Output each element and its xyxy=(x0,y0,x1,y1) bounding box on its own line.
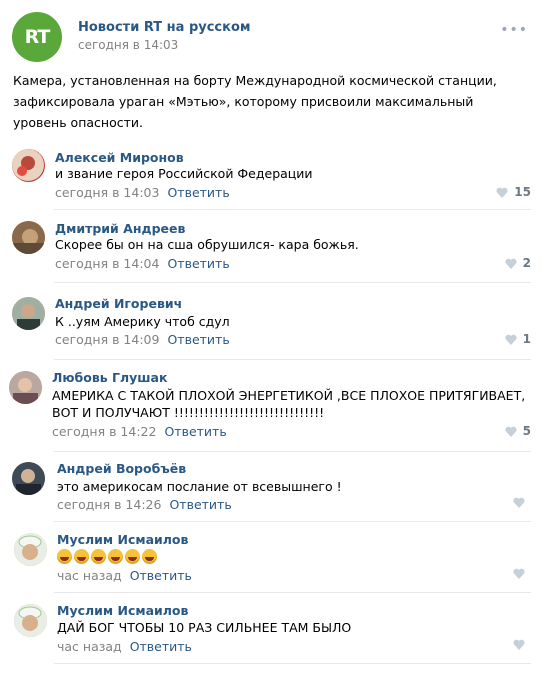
comment-meta: час назад Ответить xyxy=(57,639,192,654)
reply-button[interactable]: Ответить xyxy=(167,185,229,200)
comment-author-link[interactable]: Муслим Исмаилов xyxy=(57,603,188,618)
commenter-avatar[interactable] xyxy=(9,371,42,404)
comment-meta: сегодня в 14:04 Ответить xyxy=(55,256,230,271)
comment-text: ДАЙ БОГ ЧТОБЫ 10 РАЗ СИЛЬНЕЕ ТАМ БЫЛО xyxy=(57,620,352,635)
comment-time[interactable]: сегодня в 14:22 xyxy=(52,424,156,439)
like-count: 2 xyxy=(522,256,531,270)
heart-icon xyxy=(496,187,508,198)
comment-divider xyxy=(54,282,531,283)
reply-button[interactable]: Ответить xyxy=(167,332,229,347)
comment-meta: сегодня в 14:26 Ответить xyxy=(57,497,232,512)
comment-divider xyxy=(54,359,531,360)
commenter-avatar[interactable] xyxy=(12,297,45,330)
like-button[interactable]: 5 xyxy=(505,424,531,438)
like-button[interactable] xyxy=(513,568,531,579)
comment-text-line2: ВОТ И ПОЛУЧАЮТ !!!!!!!!!!!!!!!!!!!!!!!!!… xyxy=(52,405,325,420)
heart-icon xyxy=(513,568,525,579)
rt-logo-avatar[interactable]: RT xyxy=(12,12,62,62)
like-count: 15 xyxy=(514,185,531,199)
laughing-emoji-icon xyxy=(91,549,106,564)
comment-author-link[interactable]: Андрей Игоревич xyxy=(55,296,182,311)
comment-author-link[interactable]: Дмитрий Андреев xyxy=(55,221,185,236)
comment-text: и звание героя Российской Федерации xyxy=(55,166,313,181)
comment-divider xyxy=(54,521,531,522)
comment-divider xyxy=(54,451,531,452)
like-button[interactable]: 15 xyxy=(496,185,531,199)
comment-author-link[interactable]: Любовь Глушак xyxy=(52,370,167,385)
comment-meta: сегодня в 14:03 Ответить xyxy=(55,185,230,200)
comment-divider xyxy=(54,209,531,210)
like-count: 5 xyxy=(522,424,531,438)
commenter-avatar[interactable] xyxy=(14,604,47,637)
comment-author-link[interactable]: Муслим Исмаилов xyxy=(57,532,188,547)
commenter-avatar[interactable] xyxy=(12,221,45,254)
commenter-avatar[interactable] xyxy=(12,462,45,495)
post-text: Камера, установленная на борту Междунаро… xyxy=(13,73,497,130)
comment-meta: час назад Ответить xyxy=(57,568,192,583)
heart-icon xyxy=(513,639,525,650)
reply-button[interactable]: Ответить xyxy=(169,497,231,512)
comment-time[interactable]: сегодня в 14:09 xyxy=(55,332,159,347)
post-header: RT Новости RT на русском сегодня в 14:03… xyxy=(12,12,532,62)
comment-meta: сегодня в 14:09 Ответить xyxy=(55,332,230,347)
commenter-avatar[interactable] xyxy=(12,149,45,182)
comment-time[interactable]: сегодня в 14:04 xyxy=(55,256,159,271)
reply-button[interactable]: Ответить xyxy=(167,256,229,271)
like-count: 1 xyxy=(522,332,531,346)
commenter-avatar[interactable] xyxy=(14,533,47,566)
like-button[interactable]: 1 xyxy=(505,332,531,346)
comment-text-line1: АМЕРИКА С ТАКОЙ ПЛОХОЙ ЭНЕРГЕТИКОЙ ,ВСЕ … xyxy=(52,388,526,403)
like-button[interactable] xyxy=(513,497,531,508)
reply-button[interactable]: Ответить xyxy=(130,639,192,654)
comment-time[interactable]: сегодня в 14:03 xyxy=(55,185,159,200)
more-options-icon[interactable]: ••• xyxy=(500,22,528,38)
comment-time[interactable]: час назад xyxy=(57,639,122,654)
comment-time[interactable]: час назад xyxy=(57,568,122,583)
comment-meta: сегодня в 14:22 Ответить xyxy=(52,424,227,439)
post-author-link[interactable]: Новости RT на русском xyxy=(78,20,251,35)
laughing-emoji-icon xyxy=(74,549,89,564)
reply-button[interactable]: Ответить xyxy=(164,424,226,439)
emoji-row xyxy=(57,547,159,564)
heart-icon xyxy=(505,334,517,345)
heart-icon xyxy=(513,497,525,508)
comment-text: К ..уям Америку чтоб сдул xyxy=(55,314,230,329)
comment-divider xyxy=(54,663,531,664)
laughing-emoji-icon xyxy=(125,549,140,564)
reply-button[interactable]: Ответить xyxy=(130,568,192,583)
comment-divider xyxy=(54,592,531,593)
comment-text: Скорее бы он на сша обрушился- кара божь… xyxy=(55,237,359,252)
laughing-emoji-icon xyxy=(108,549,123,564)
comment-text: это америкосам послание от всевышнего ! xyxy=(57,479,342,494)
post-date[interactable]: сегодня в 14:03 xyxy=(78,38,178,52)
heart-icon xyxy=(505,258,517,269)
like-button[interactable]: 2 xyxy=(505,256,531,270)
heart-icon xyxy=(505,426,517,437)
laughing-emoji-icon xyxy=(142,549,157,564)
comment-time[interactable]: сегодня в 14:26 xyxy=(57,497,161,512)
comment-author-link[interactable]: Алексей Миронов xyxy=(55,150,184,165)
comment-author-link[interactable]: Андрей Воробъёв xyxy=(57,461,186,476)
laughing-emoji-icon xyxy=(57,549,72,564)
like-button[interactable] xyxy=(513,639,531,650)
